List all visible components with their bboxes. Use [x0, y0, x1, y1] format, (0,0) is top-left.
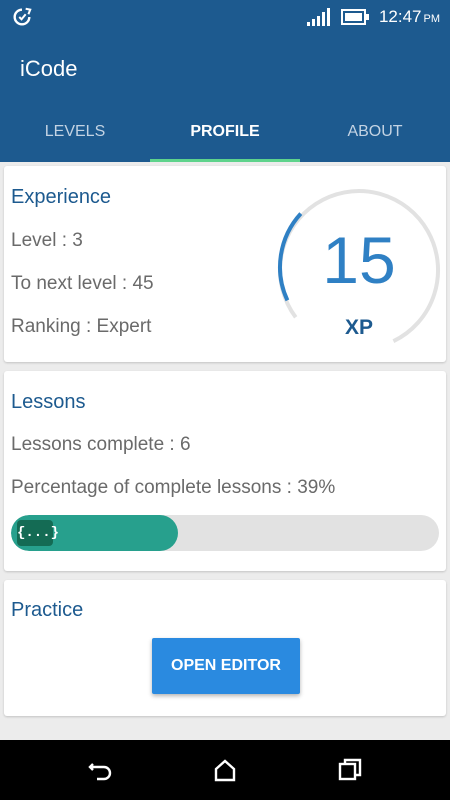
tab-about[interactable]: ABOUT	[300, 110, 450, 162]
lessons-complete-text: Lessons complete : 6	[11, 434, 191, 455]
lessons-card: Lessons Lessons complete : 6 Percentage …	[4, 371, 446, 571]
tab-bar: LEVELS PROFILE ABOUT	[0, 110, 450, 162]
lessons-title: Lessons	[11, 391, 86, 413]
experience-title: Experience	[11, 186, 112, 208]
lessons-progress-bar: {...}	[11, 515, 439, 551]
signal-icon	[306, 8, 330, 26]
tab-levels[interactable]: LEVELS	[0, 110, 150, 162]
practice-title: Practice	[11, 599, 84, 621]
navigation-bar	[0, 740, 450, 800]
clock: 12:47 PM	[378, 7, 440, 26]
lessons-percentage-text: Percentage of complete lessons : 39%	[11, 477, 336, 498]
xp-value: 15	[322, 223, 396, 297]
battery-icon	[340, 9, 369, 25]
app-bar: iCode LEVELS PROFILE ABOUT	[0, 34, 450, 162]
to-next-level-text: To next level : 45	[11, 273, 154, 294]
home-icon[interactable]	[211, 756, 239, 784]
sync-icon	[13, 7, 32, 26]
practice-card: Practice OPEN EDITOR	[4, 580, 446, 716]
level-text: Level : 3	[11, 230, 83, 251]
experience-card: Experience Level : 3 To next level : 45 …	[4, 166, 446, 362]
open-editor-button[interactable]: OPEN EDITOR	[152, 638, 300, 694]
code-braces-icon: {...}	[17, 520, 59, 546]
app-title: iCode	[20, 56, 78, 81]
recent-apps-icon[interactable]	[336, 756, 364, 784]
tab-profile[interactable]: PROFILE	[150, 110, 300, 162]
back-icon[interactable]	[86, 756, 114, 784]
ranking-text: Ranking : Expert	[11, 316, 152, 337]
xp-label: XP	[344, 316, 373, 339]
status-bar: 12:47 PM	[0, 0, 450, 34]
